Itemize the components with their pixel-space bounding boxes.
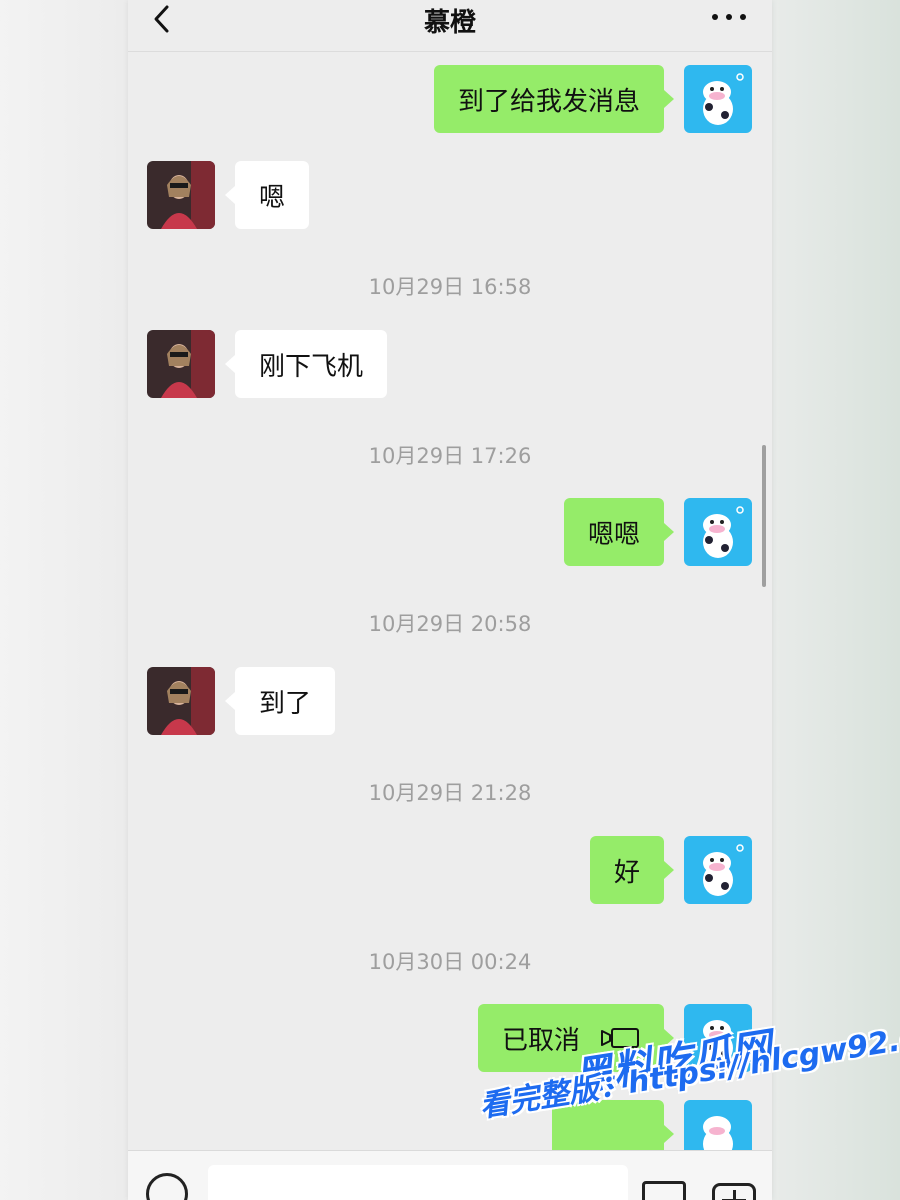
- plus-icon[interactable]: [712, 1183, 756, 1200]
- my-avatar[interactable]: [684, 65, 752, 133]
- contact-avatar[interactable]: [147, 330, 215, 398]
- message-timestamp: 10月29日 20:58: [368, 612, 532, 636]
- emoji-icon[interactable]: [642, 1181, 686, 1200]
- my-avatar[interactable]: [684, 498, 752, 566]
- message-timestamp: 10月29日 21:28: [368, 781, 532, 805]
- message-bubble-received[interactable]: 嗯: [224, 161, 310, 229]
- voice-icon[interactable]: [146, 1173, 188, 1200]
- message-text: 刚下飞机: [259, 351, 364, 382]
- message-bubble-sent[interactable]: 好: [589, 836, 675, 904]
- message-text: 嗯嗯: [587, 519, 640, 550]
- message-bubble-sent[interactable]: 到了给我发消息: [433, 65, 675, 133]
- scrollbar[interactable]: [762, 445, 766, 587]
- message-text: 已取消: [501, 1025, 580, 1056]
- message-timestamp: 10月29日 17:26: [368, 444, 532, 468]
- message-bubble-received[interactable]: 刚下飞机: [224, 330, 388, 398]
- message-input[interactable]: [208, 1165, 628, 1200]
- message-text: 嗯: [259, 182, 286, 213]
- chat-title: 慕橙: [423, 8, 476, 38]
- message-text: 好: [613, 857, 640, 888]
- contact-avatar[interactable]: [147, 667, 215, 735]
- message-timestamp: 10月30日 00:24: [368, 950, 532, 974]
- my-avatar[interactable]: [684, 836, 752, 904]
- ellipsis-icon[interactable]: [712, 14, 746, 22]
- message-bubble-sent[interactable]: 嗯嗯: [563, 498, 675, 566]
- input-bar: [128, 1150, 772, 1200]
- contact-avatar[interactable]: [147, 161, 215, 229]
- message-text: 到了: [259, 688, 312, 719]
- chat-window: 慕橙 到了给我发消息 嗯 10月29日 16:58 刚下飞机 10月29日 17…: [128, 0, 772, 1200]
- message-text: 到了给我发消息: [457, 86, 640, 117]
- chat-header: 慕橙: [128, 0, 772, 52]
- message-bubble-received[interactable]: 到了: [224, 667, 336, 735]
- message-timestamp: 10月29日 16:58: [368, 275, 532, 299]
